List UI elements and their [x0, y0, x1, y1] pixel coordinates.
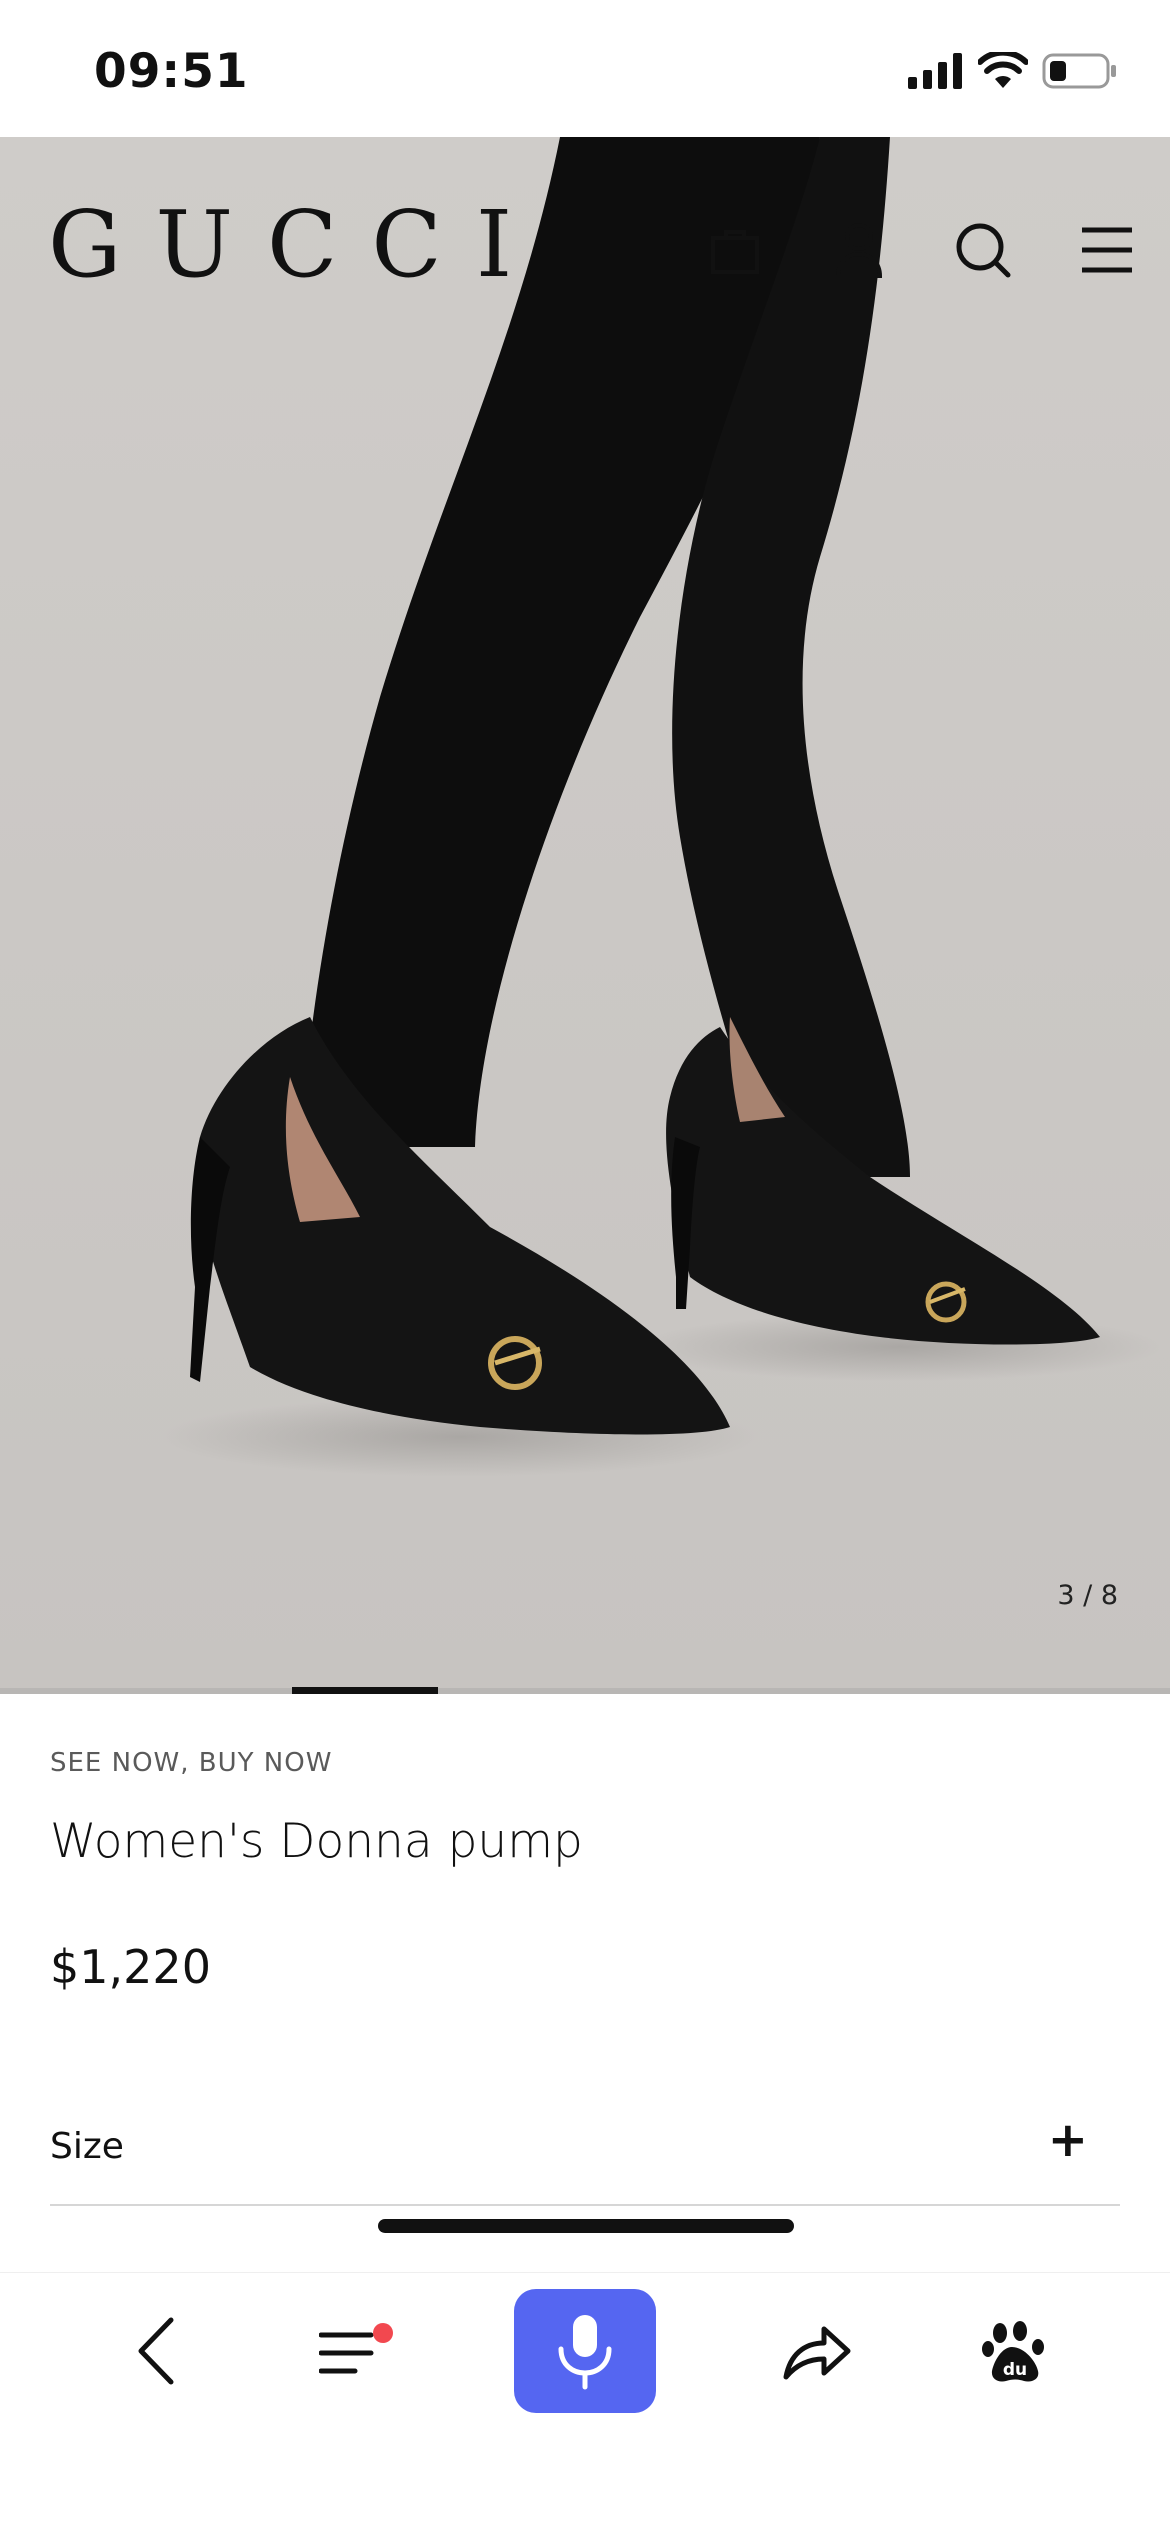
product-image-gallery[interactable]: GUCCI 3 / 8	[0, 137, 1170, 1694]
microphone-icon	[558, 2315, 612, 2390]
account-icon[interactable]	[826, 217, 892, 283]
cellular-signal-icon	[908, 53, 962, 89]
tabs-menu-icon[interactable]	[310, 2311, 393, 2391]
notification-dot	[373, 2323, 393, 2343]
back-icon[interactable]	[120, 2313, 190, 2389]
search-icon[interactable]	[950, 217, 1016, 283]
product-photo	[0, 137, 1170, 1694]
battery-icon	[1042, 53, 1116, 89]
status-bar: 09:51	[0, 0, 1170, 137]
product-eyebrow: SEE NOW, BUY NOW	[50, 1748, 333, 1778]
svg-text:du: du	[1003, 2360, 1027, 2380]
wifi-icon	[978, 52, 1028, 88]
gallery-progress-track	[0, 1688, 1170, 1694]
product-name: Women's Donna pump	[50, 1814, 583, 1869]
product-price: $1,220	[50, 1940, 211, 1994]
header-actions	[702, 217, 1140, 283]
gucci-logo[interactable]: GUCCI	[48, 199, 546, 291]
status-icons	[908, 52, 1118, 90]
gallery-counter: 3 / 8	[1057, 1580, 1118, 1611]
expand-plus-icon[interactable]: +	[1048, 2112, 1088, 2168]
size-label: Size	[50, 2126, 124, 2167]
shopping-bag-icon[interactable]	[702, 217, 768, 283]
browser-bottom-bar: du	[0, 2272, 1170, 2533]
home-indicator[interactable]	[378, 2219, 794, 2233]
gallery-progress-indicator	[292, 1687, 438, 1694]
baidu-paw-icon[interactable]: du	[972, 2309, 1058, 2395]
share-icon[interactable]	[776, 2311, 856, 2391]
status-time: 09:51	[94, 44, 249, 99]
menu-icon[interactable]	[1074, 217, 1140, 283]
size-selector[interactable]: Size +	[50, 2112, 1120, 2206]
microphone-button[interactable]	[514, 2289, 656, 2413]
